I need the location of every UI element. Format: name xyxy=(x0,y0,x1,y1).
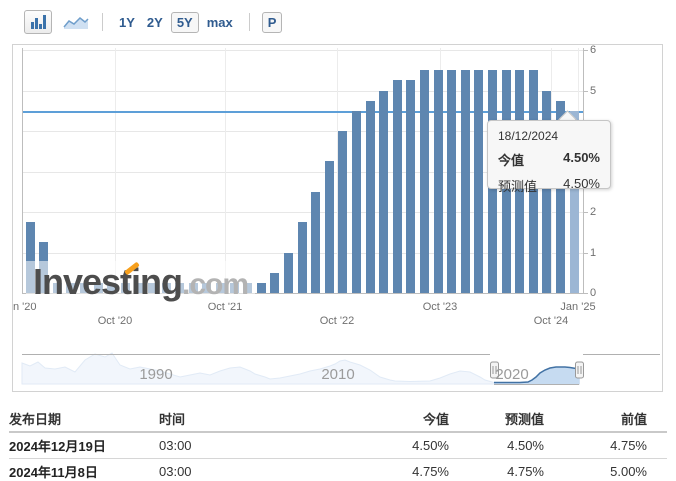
column-bar[interactable] xyxy=(284,253,293,294)
y-axis-label: 5 xyxy=(590,85,596,97)
column-bar[interactable] xyxy=(393,80,402,293)
area-chart-icon xyxy=(63,13,89,31)
range-max[interactable]: max xyxy=(207,15,233,30)
chart-tooltip: 18/12/2024 今值 4.50% 预测值 4.50% xyxy=(487,120,611,189)
column-bar[interactable] xyxy=(325,161,334,293)
header-previous: 前值 xyxy=(564,405,667,432)
tooltip-forecast-value: 4.50% xyxy=(563,176,600,195)
column-bar[interactable] xyxy=(474,70,483,293)
header-time: 时间 xyxy=(159,405,279,432)
x-axis-label: Jan '25 xyxy=(560,301,595,313)
range-2y[interactable]: 2Y xyxy=(147,15,163,30)
cell-actual: 4.50% xyxy=(279,432,469,459)
header-actual: 今值 xyxy=(279,405,469,432)
navigator-label-2020: 2020 xyxy=(495,366,528,383)
table-row[interactable]: 2024年11月8日 03:00 4.75% 4.75% 5.00% xyxy=(9,459,667,481)
column-bar[interactable] xyxy=(257,283,266,293)
navigator-handle-right[interactable] xyxy=(576,362,584,378)
navigator-label-1990: 1990 xyxy=(139,366,172,383)
chart-toolbar: 1Y 2Y 5Y max P xyxy=(24,8,284,36)
watermark-suffix: .com xyxy=(182,270,248,300)
column-bar[interactable] xyxy=(379,91,388,294)
column-bar[interactable] xyxy=(298,222,307,293)
y-axis-label: 1 xyxy=(590,247,596,259)
table-header-row: 发布日期 时间 今值 预测值 前值 xyxy=(9,405,667,432)
cell-forecast: 4.75% xyxy=(469,459,564,481)
cell-previous: 4.75% xyxy=(564,432,667,459)
navigator-mask xyxy=(21,350,494,385)
gridline-h xyxy=(22,50,583,51)
tooltip-forecast-label: 预测值 xyxy=(498,176,537,195)
watermark-text: Investing xyxy=(33,264,182,300)
toolbar-separator xyxy=(102,13,103,31)
column-bar[interactable] xyxy=(461,70,470,293)
column-bar[interactable] xyxy=(406,80,415,293)
column-bar[interactable] xyxy=(311,192,320,293)
current-value-line xyxy=(23,111,583,113)
cell-forecast: 4.50% xyxy=(469,432,564,459)
navigator-label-2010: 2010 xyxy=(321,366,354,383)
p-button[interactable]: P xyxy=(262,12,283,33)
column-chart-button[interactable] xyxy=(24,10,52,34)
toolbar-separator xyxy=(249,13,250,31)
column-bar[interactable] xyxy=(434,70,443,293)
column-bar[interactable] xyxy=(420,70,429,293)
range-1y[interactable]: 1Y xyxy=(119,15,135,30)
gridline-v xyxy=(225,48,226,293)
tooltip-actual-value: 4.50% xyxy=(563,150,600,169)
y-axis-label: 2 xyxy=(590,206,596,218)
history-table: 发布日期 时间 今值 预测值 前值 2024年12月19日 03:00 4.50… xyxy=(9,405,667,481)
cell-previous: 5.00% xyxy=(564,459,667,481)
column-chart-icon xyxy=(31,15,46,29)
y-axis-line-left xyxy=(22,48,23,294)
cell-time: 03:00 xyxy=(159,459,279,481)
cell-actual: 4.75% xyxy=(279,459,469,481)
cell-release-date: 2024年12月19日 xyxy=(9,432,159,459)
tooltip-actual-label: 今值 xyxy=(498,150,524,169)
x-axis-label: Oct '22 xyxy=(320,315,355,327)
y-axis-label: 0 xyxy=(590,287,596,299)
gridline-v xyxy=(115,48,116,293)
tooltip-date: 18/12/2024 xyxy=(498,129,600,143)
gridline-h xyxy=(22,91,583,92)
gridline-h xyxy=(22,212,583,213)
investing-rate-widget: 1Y 2Y 5Y max P 0123456n '20Oct '20Oct '2… xyxy=(0,0,676,481)
column-bar[interactable] xyxy=(270,273,279,293)
column-bar[interactable] xyxy=(366,101,375,293)
investing-watermark: Investing.com xyxy=(26,261,255,303)
header-release-date: 发布日期 xyxy=(9,405,159,432)
x-axis-label: Oct '24 xyxy=(534,315,569,327)
range-5y-selected[interactable]: 5Y xyxy=(171,12,199,33)
table-row[interactable]: 2024年12月19日 03:00 4.50% 4.50% 4.75% xyxy=(9,432,667,459)
x-axis-label: Oct '20 xyxy=(98,315,133,327)
column-bar[interactable] xyxy=(338,131,347,293)
x-axis-label: Oct '23 xyxy=(423,301,458,313)
column-bar[interactable] xyxy=(447,70,456,293)
area-chart-button[interactable] xyxy=(60,11,92,33)
header-forecast: 预测值 xyxy=(469,405,564,432)
cell-time: 03:00 xyxy=(159,432,279,459)
cell-release-date: 2024年11月8日 xyxy=(9,459,159,481)
column-bar[interactable] xyxy=(352,111,361,293)
y-axis-label: 6 xyxy=(590,44,596,56)
